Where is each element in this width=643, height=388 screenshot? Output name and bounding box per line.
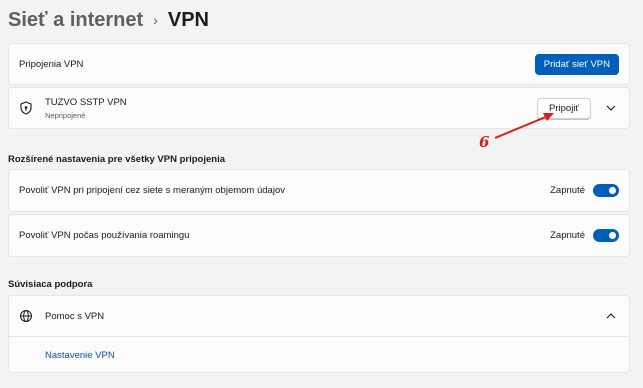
setting-row-metered: Povoliť VPN pri pripojení cez siete s me…: [8, 169, 630, 212]
vpn-status: Nepripojené: [45, 110, 86, 120]
vpn-settings-link[interactable]: Nastavenie VPN: [45, 350, 115, 361]
breadcrumb-separator: ›: [153, 12, 158, 28]
toggle-roaming[interactable]: [593, 229, 619, 242]
toggle-state-roaming: Zapnuté: [550, 230, 585, 241]
annotation-number: 6: [479, 133, 490, 151]
help-vpn-header[interactable]: Pomoc s VPN: [9, 296, 629, 337]
globe-icon: [19, 309, 33, 323]
related-support-card: Pomoc s VPN Nastavenie VPN: [8, 295, 630, 373]
chevron-up-icon[interactable]: [605, 310, 617, 322]
setting-label-roaming: Povoliť VPN počas používania roamingu: [19, 230, 190, 241]
breadcrumb-parent[interactable]: Sieť a internet: [8, 8, 143, 32]
vpn-connections-card: Pripojenia VPN Pridať sieť VPN: [8, 43, 630, 85]
shield-icon: [19, 101, 33, 115]
setting-row-roaming: Povoliť VPN počas používania roamingu Za…: [8, 214, 630, 257]
toggle-metered[interactable]: [593, 184, 619, 197]
breadcrumb: Sieť a internet › VPN: [8, 8, 209, 32]
vpn-name: TUZVO SSTP VPN: [45, 96, 127, 108]
related-support-title: Súvisiaca podpora: [8, 279, 93, 290]
advanced-settings-title: Rozšírené nastavenia pre všetky VPN prip…: [8, 154, 226, 165]
vpn-connections-label: Pripojenia VPN: [19, 58, 84, 70]
chevron-down-icon[interactable]: [605, 102, 617, 114]
page-title: VPN: [167, 9, 209, 31]
toggle-state-metered: Zapnuté: [550, 185, 585, 196]
annotation-arrow-icon: [494, 113, 554, 139]
add-vpn-button[interactable]: Pridať sieť VPN: [534, 53, 619, 75]
setting-label-metered: Povoliť VPN pri pripojení cez siete s me…: [19, 185, 285, 196]
help-vpn-label: Pomoc s VPN: [45, 310, 105, 322]
